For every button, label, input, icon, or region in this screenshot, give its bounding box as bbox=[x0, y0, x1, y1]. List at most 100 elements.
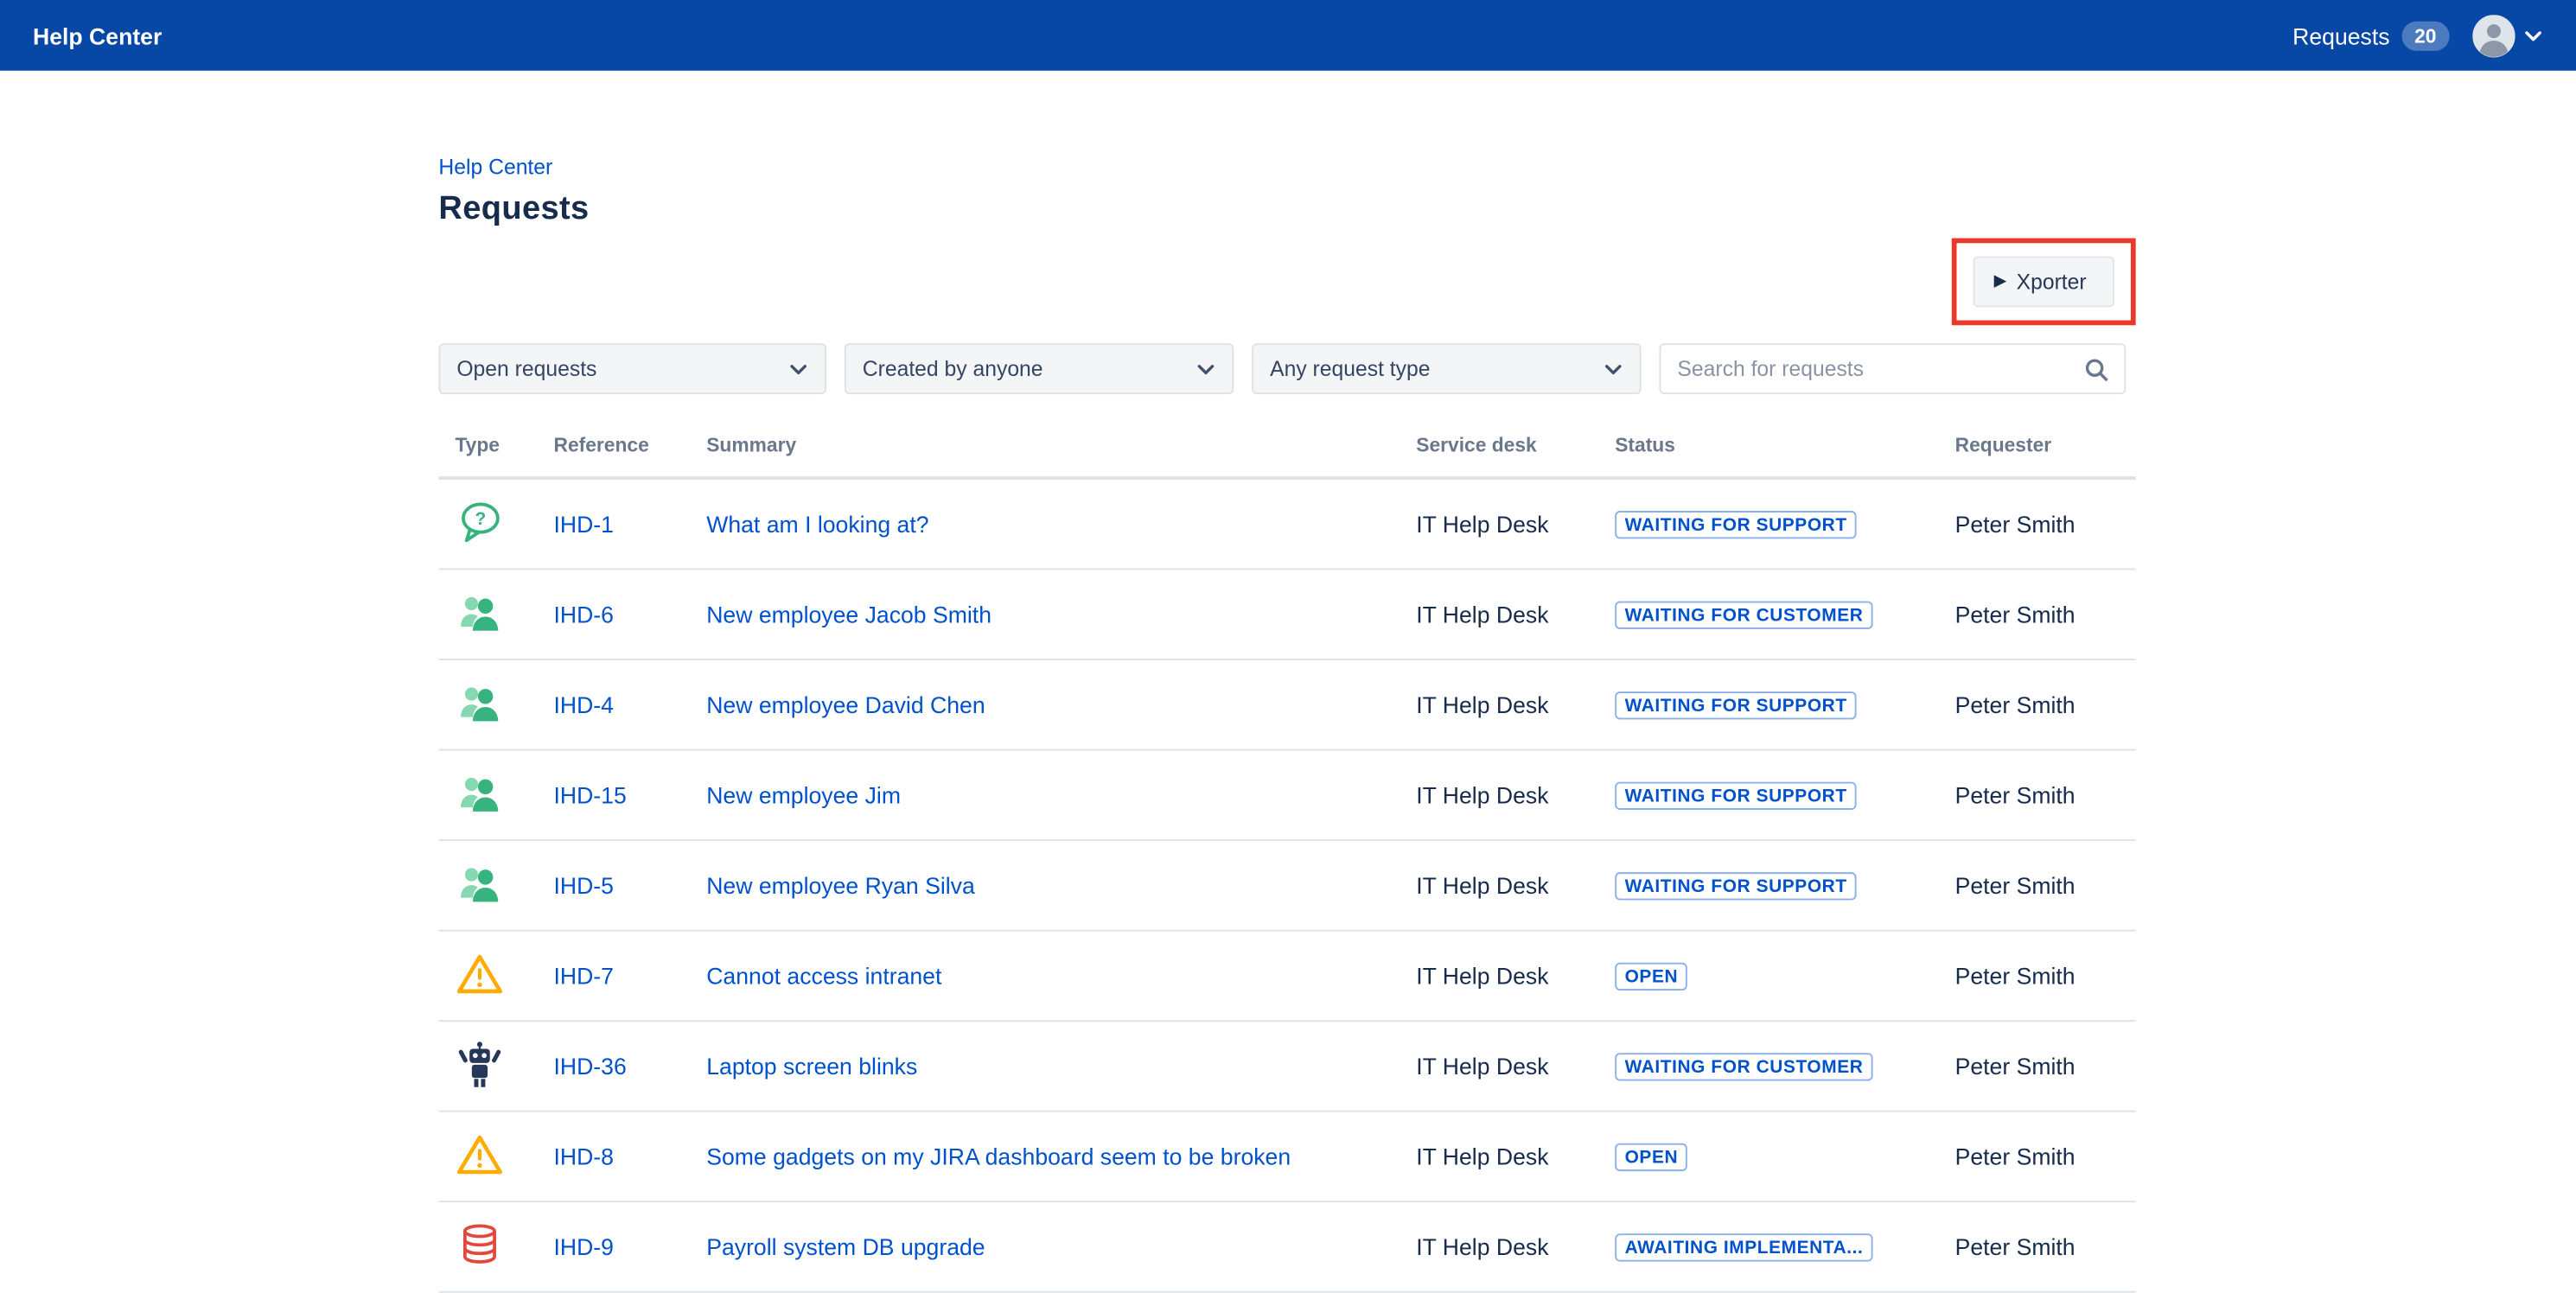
request-requester: Peter Smith bbox=[1955, 782, 2136, 808]
table-row: ? bbox=[438, 1112, 2135, 1203]
request-summary-link[interactable]: New employee Jim bbox=[706, 782, 921, 808]
request-service-desk: IT Help Desk bbox=[1416, 691, 1615, 717]
main-content: Help Center Requests ▶ Xporter Open requ… bbox=[438, 155, 2135, 1293]
xporter-button-label: Xporter bbox=[2017, 270, 2087, 295]
table-row: ? bbox=[438, 480, 2135, 570]
breadcrumb: Help Center bbox=[438, 155, 2135, 180]
breadcrumb-help-center-link[interactable]: Help Center bbox=[438, 155, 552, 180]
request-service-desk: IT Help Desk bbox=[1416, 782, 1615, 808]
request-reference-link[interactable]: IHD-36 bbox=[553, 1053, 626, 1079]
request-summary-link[interactable]: Cannot access intranet bbox=[706, 963, 961, 989]
table-row: ? bbox=[438, 751, 2135, 842]
request-status-dropdown[interactable]: Open requests bbox=[438, 343, 826, 394]
request-service-desk: IT Help Desk bbox=[1416, 1053, 1615, 1079]
avatar bbox=[2472, 14, 2515, 56]
request-service-desk: IT Help Desk bbox=[1416, 1143, 1615, 1169]
request-reference-link[interactable]: IHD-4 bbox=[553, 691, 613, 717]
request-summary-link[interactable]: New employee Ryan Silva bbox=[706, 872, 994, 898]
warning-triangle-icon bbox=[455, 1130, 504, 1179]
xporter-button[interactable]: ▶ Xporter bbox=[1973, 256, 2114, 307]
column-header-status: Status bbox=[1615, 434, 1954, 457]
type-icon-slot: ? bbox=[455, 949, 504, 998]
type-icon-slot: ? bbox=[455, 497, 504, 546]
request-type-dropdown[interactable]: Any request type bbox=[1252, 343, 1641, 394]
topbar: Help Center Requests 20 bbox=[0, 0, 2576, 71]
search-box bbox=[1660, 343, 2126, 394]
search-icon[interactable] bbox=[2083, 355, 2109, 381]
request-type-cell: ? bbox=[455, 1039, 553, 1093]
type-icon-slot: ? bbox=[455, 858, 504, 908]
search-input[interactable] bbox=[1677, 356, 2082, 381]
request-summary-link[interactable]: Laptop screen blinks bbox=[706, 1053, 937, 1079]
table-row: ? bbox=[438, 1202, 2135, 1293]
request-type-cell: ? bbox=[455, 678, 553, 732]
request-requester: Peter Smith bbox=[1955, 1053, 2136, 1079]
request-reference-link[interactable]: IHD-9 bbox=[553, 1233, 613, 1259]
request-reference-link[interactable]: IHD-5 bbox=[553, 872, 613, 898]
request-service-desk: IT Help Desk bbox=[1416, 511, 1615, 537]
actions-row: ▶ Xporter bbox=[438, 239, 2135, 326]
request-reference-link[interactable]: IHD-7 bbox=[553, 963, 613, 989]
request-requester: Peter Smith bbox=[1955, 963, 2136, 989]
request-reference-link[interactable]: IHD-6 bbox=[553, 602, 613, 627]
status-badge: OPEN bbox=[1615, 1143, 1687, 1171]
chevron-down-icon bbox=[2523, 29, 2543, 41]
requests-nav-link[interactable]: Requests 20 bbox=[2292, 21, 2450, 50]
type-icon-slot: ? bbox=[455, 1039, 504, 1088]
column-header-type: Type bbox=[455, 434, 553, 457]
request-type-cell: ? bbox=[455, 1130, 553, 1184]
request-type-cell: ? bbox=[455, 858, 553, 913]
type-icon-slot: ? bbox=[455, 1130, 504, 1179]
column-header-summary: Summary bbox=[706, 434, 1416, 457]
request-requester: Peter Smith bbox=[1955, 1233, 2136, 1259]
request-summary-link[interactable]: New employee David Chen bbox=[706, 691, 1004, 717]
creator-filter-dropdown-value: Created by anyone bbox=[863, 356, 1043, 381]
new-employee-people-icon bbox=[455, 858, 504, 908]
new-employee-people-icon bbox=[455, 768, 504, 817]
table-header-row: Type Reference Summary Service desk Stat… bbox=[438, 434, 2135, 480]
user-avatar-button[interactable] bbox=[2472, 14, 2543, 56]
requests-count-badge: 20 bbox=[2401, 21, 2450, 50]
request-status-dropdown-value: Open requests bbox=[456, 356, 596, 381]
type-icon-slot: ? bbox=[455, 1220, 504, 1269]
new-employee-people-icon bbox=[455, 678, 504, 727]
request-service-desk: IT Help Desk bbox=[1416, 872, 1615, 898]
type-icon-slot: ? bbox=[455, 678, 504, 727]
column-header-requester: Requester bbox=[1955, 434, 2136, 457]
request-service-desk: IT Help Desk bbox=[1416, 602, 1615, 627]
status-badge: WAITING FOR SUPPORT bbox=[1615, 872, 1857, 900]
creator-filter-dropdown[interactable]: Created by anyone bbox=[845, 343, 1234, 394]
request-summary-link[interactable]: What am I looking at? bbox=[706, 511, 948, 537]
request-requester: Peter Smith bbox=[1955, 691, 2136, 717]
column-header-service-desk: Service desk bbox=[1416, 434, 1615, 457]
chevron-down-icon bbox=[788, 356, 808, 381]
table-row: ? bbox=[438, 570, 2135, 660]
warning-triangle-icon bbox=[455, 949, 504, 998]
topbar-brand-link[interactable]: Help Center bbox=[33, 22, 162, 48]
request-service-desk: IT Help Desk bbox=[1416, 963, 1615, 989]
requests-table: Type Reference Summary Service desk Stat… bbox=[438, 434, 2135, 1293]
type-icon-slot: ? bbox=[455, 768, 504, 817]
requests-table-body: ? bbox=[438, 480, 2135, 1293]
type-icon-slot: ? bbox=[455, 587, 504, 636]
database-icon bbox=[455, 1220, 504, 1269]
status-badge: WAITING FOR CUSTOMER bbox=[1615, 1053, 1873, 1080]
request-summary-link[interactable]: Payroll system DB upgrade bbox=[706, 1233, 1004, 1259]
request-summary-link[interactable]: Some gadgets on my JIRA dashboard seem t… bbox=[706, 1143, 1310, 1169]
xporter-highlight-box: ▶ Xporter bbox=[1951, 239, 2136, 326]
request-reference-link[interactable]: IHD-8 bbox=[553, 1143, 613, 1169]
request-reference-link[interactable]: IHD-15 bbox=[553, 782, 626, 808]
request-type-cell: ? bbox=[455, 1220, 553, 1274]
request-requester: Peter Smith bbox=[1955, 872, 2136, 898]
status-badge: OPEN bbox=[1615, 963, 1687, 990]
request-summary-link[interactable]: New employee Jacob Smith bbox=[706, 602, 1011, 627]
table-row: ? bbox=[438, 660, 2135, 751]
request-requester: Peter Smith bbox=[1955, 602, 2136, 627]
request-reference-link[interactable]: IHD-1 bbox=[553, 511, 613, 537]
requests-nav-label: Requests bbox=[2292, 22, 2389, 48]
robot-icon bbox=[455, 1039, 504, 1088]
topbar-right: Requests 20 bbox=[2292, 14, 2543, 56]
status-badge: WAITING FOR CUSTOMER bbox=[1615, 602, 1873, 629]
status-badge: WAITING FOR SUPPORT bbox=[1615, 511, 1857, 538]
table-row: ? bbox=[438, 841, 2135, 932]
